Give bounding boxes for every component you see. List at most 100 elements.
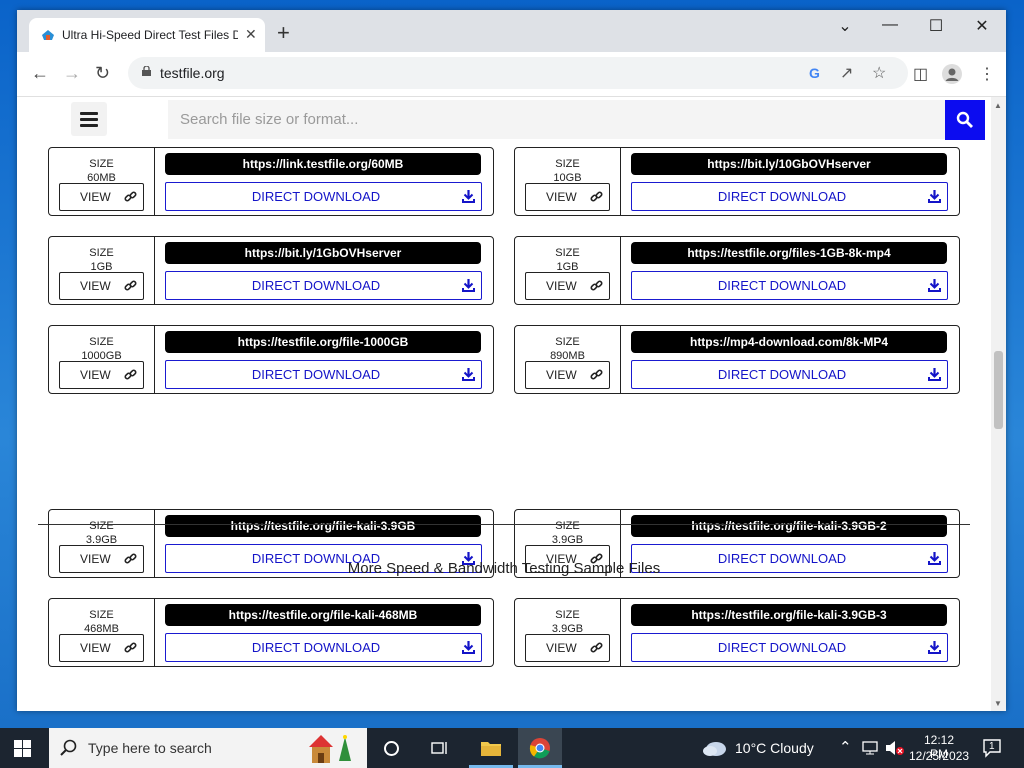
chrome-icon xyxy=(529,738,550,759)
page-viewport: Search file size or format... SIZE30MBVI… xyxy=(17,97,991,711)
size-label: SIZE xyxy=(89,247,114,259)
view-label: VIEW xyxy=(80,641,111,655)
notification-icon[interactable]: 1 xyxy=(982,738,1002,758)
scroll-down-icon[interactable]: ▼ xyxy=(994,699,1002,708)
file-explorer-taskbar-button[interactable] xyxy=(469,728,513,768)
reload-icon[interactable]: ↻ xyxy=(95,63,110,84)
tab-strip: Ultra Hi-Speed Direct Test Files D ✕ + ⌄… xyxy=(17,10,1006,52)
chevron-up-icon[interactable]: ⌃ xyxy=(839,738,852,756)
network-icon[interactable] xyxy=(862,741,878,755)
clock-date[interactable]: 12/25/2023 xyxy=(909,749,969,763)
menu-kebab-icon[interactable]: ⋮ xyxy=(979,64,995,84)
link-icon xyxy=(590,280,603,291)
file-url-link[interactable]: https://bit.ly/10GbOVHserver xyxy=(631,153,947,175)
browser-window: Ultra Hi-Speed Direct Test Files D ✕ + ⌄… xyxy=(17,10,1006,711)
size-label: SIZE xyxy=(555,520,580,532)
direct-download-button[interactable]: DIRECT DOWNLOAD xyxy=(631,271,948,300)
forward-icon[interactable]: → xyxy=(63,63,81,84)
download-icon xyxy=(462,190,475,203)
view-button[interactable]: VIEW xyxy=(525,183,610,211)
view-label: VIEW xyxy=(546,641,577,655)
task-view-circle-icon[interactable] xyxy=(383,740,400,757)
search-icon xyxy=(956,111,973,128)
chrome-taskbar-button[interactable] xyxy=(518,728,562,768)
tab-search-button[interactable]: ⌄ xyxy=(830,16,860,36)
search-button[interactable] xyxy=(945,100,985,140)
direct-download-button[interactable]: DIRECT DOWNLOAD xyxy=(631,182,948,211)
new-tab-button[interactable]: + xyxy=(277,22,290,44)
site-search-input[interactable]: Search file size or format... xyxy=(168,100,945,139)
task-view-icon[interactable] xyxy=(431,740,449,756)
size-box: SIZE 890MB VIEW xyxy=(515,326,621,393)
size-box: SIZE 3.9GB VIEW xyxy=(515,599,621,666)
file-url-link[interactable]: https://testfile.org/file-kali-3.9GB-2 xyxy=(631,515,947,537)
view-label: VIEW xyxy=(546,368,577,382)
direct-download-button[interactable]: DIRECT DOWNLOAD xyxy=(631,360,948,389)
scroll-up-icon[interactable]: ▲ xyxy=(994,101,1002,110)
notification-count: 1 xyxy=(989,741,995,752)
size-label: SIZE xyxy=(89,158,114,170)
hamburger-menu-icon[interactable] xyxy=(71,102,107,136)
taskbar-search-box[interactable]: Type here to search xyxy=(49,728,367,768)
file-url-link[interactable]: https://link.testfile.org/60MB xyxy=(165,153,481,175)
profile-avatar-icon[interactable] xyxy=(942,64,962,84)
file-url-link[interactable]: https://testfile.org/file-kali-3.9GB xyxy=(165,515,481,537)
file-card: SIZE 468MB VIEW https://testfile.org/file-k… xyxy=(48,598,494,667)
share-icon[interactable]: ↗ xyxy=(840,63,853,83)
direct-download-button[interactable]: DIRECT DOWNLOAD xyxy=(165,182,482,211)
file-card: SIZE 1GB VIEW https://testfile.org/files-1G… xyxy=(514,236,960,305)
direct-download-button[interactable]: DIRECT DOWNLOAD xyxy=(165,360,482,389)
section-divider xyxy=(38,524,970,525)
bookmark-star-icon[interactable]: ☆ xyxy=(872,63,886,83)
browser-tab[interactable]: Ultra Hi-Speed Direct Test Files D ✕ xyxy=(29,18,265,52)
windows-start-icon[interactable] xyxy=(14,740,31,757)
scrollbar[interactable]: ▲ ▼ xyxy=(991,97,1006,711)
minimize-button[interactable]: — xyxy=(875,16,905,34)
side-panel-icon[interactable]: ◫ xyxy=(913,64,928,84)
close-window-button[interactable]: ✕ xyxy=(967,16,997,36)
direct-download-button[interactable]: DIRECT DOWNLOAD xyxy=(631,633,948,662)
link-icon xyxy=(590,191,603,202)
view-button[interactable]: VIEW xyxy=(59,272,144,300)
weather-text[interactable]: 10°C Cloudy xyxy=(735,740,814,756)
view-button[interactable]: VIEW xyxy=(525,634,610,662)
link-icon xyxy=(590,369,603,380)
size-box: SIZE 468MB VIEW xyxy=(49,599,155,666)
file-url-link[interactable]: https://testfile.org/file-kali-3.9GB-3 xyxy=(631,604,947,626)
taskbar-search-text: Type here to search xyxy=(88,740,212,756)
download-label: DIRECT DOWNLOAD xyxy=(251,189,381,204)
view-button[interactable]: VIEW xyxy=(525,272,610,300)
view-button[interactable]: VIEW xyxy=(525,361,610,389)
file-url-link[interactable]: https://bit.ly/1GbOVHserver xyxy=(165,242,481,264)
direct-download-button[interactable]: DIRECT DOWNLOAD xyxy=(165,271,482,300)
download-label: DIRECT DOWNLOAD xyxy=(251,640,381,655)
volume-muted-icon[interactable] xyxy=(885,740,905,756)
link-icon xyxy=(590,642,603,653)
address-bar[interactable]: testfile.org G ↗ ☆ xyxy=(128,57,908,89)
file-url-link[interactable]: https://mp4-download.com/8k-MP4 xyxy=(631,331,947,353)
download-label: DIRECT DOWNLOAD xyxy=(717,278,847,293)
file-url-link[interactable]: https://testfile.org/file-kali-468MB xyxy=(165,604,481,626)
download-label: DIRECT DOWNLOAD xyxy=(251,278,381,293)
view-button[interactable]: VIEW xyxy=(59,634,144,662)
file-card: SIZE 10GB VIEW https://bit.ly/10GbOVHserver… xyxy=(514,147,960,216)
direct-download-button[interactable]: DIRECT DOWNLOAD xyxy=(165,633,482,662)
file-url-link[interactable]: https://testfile.org/file-1000GB xyxy=(165,331,481,353)
size-box: SIZE 1000GB VIEW xyxy=(49,326,155,393)
maximize-button[interactable]: ☐ xyxy=(921,16,951,36)
link-icon xyxy=(124,642,137,653)
view-button[interactable]: VIEW xyxy=(59,183,144,211)
site-favicon-icon xyxy=(42,30,54,40)
download-label: DIRECT DOWNLOAD xyxy=(717,189,847,204)
tab-close-icon[interactable]: ✕ xyxy=(245,26,257,43)
site-header: Search file size or format... xyxy=(17,97,991,145)
scroll-thumb[interactable] xyxy=(994,351,1003,429)
google-lens-icon[interactable]: G xyxy=(809,65,820,81)
back-icon[interactable]: ← xyxy=(31,63,49,84)
download-icon xyxy=(928,368,941,381)
view-button[interactable]: VIEW xyxy=(59,361,144,389)
size-label: SIZE xyxy=(89,609,114,621)
file-url-link[interactable]: https://testfile.org/files-1GB-8k-mp4 xyxy=(631,242,947,264)
file-card: SIZE 890MB VIEW https://mp4-download.com/8k… xyxy=(514,325,960,394)
size-label: SIZE xyxy=(89,336,114,348)
